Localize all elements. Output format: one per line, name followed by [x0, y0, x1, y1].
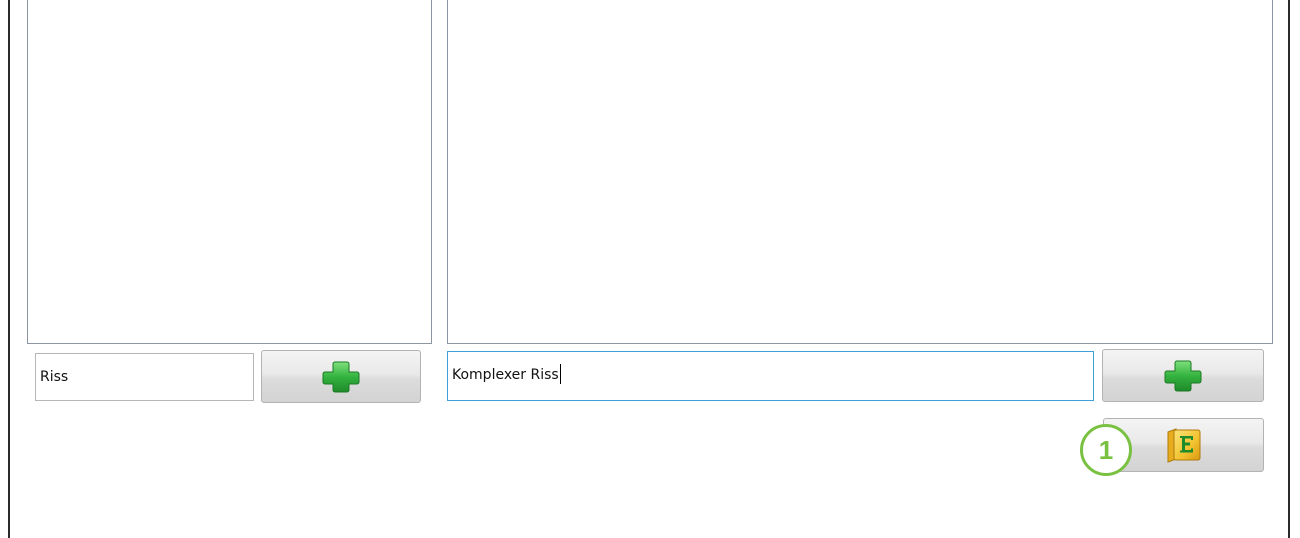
right-list-box[interactable] [447, 0, 1273, 344]
right-text-input[interactable]: Komplexer Riss [447, 351, 1094, 401]
add-left-button[interactable] [261, 350, 421, 403]
left-list-box[interactable] [27, 0, 432, 344]
left-text-input-value: Riss [40, 369, 69, 385]
callout-number-badge: 1 [1080, 424, 1132, 476]
right-text-input-value: Komplexer Riss [452, 367, 559, 383]
green-plus-icon [1161, 358, 1205, 394]
folder-e-icon [1164, 426, 1204, 464]
add-right-button[interactable] [1102, 349, 1264, 402]
text-caret [559, 364, 561, 384]
left-text-input[interactable]: Riss [35, 353, 254, 401]
green-plus-icon [319, 359, 363, 395]
